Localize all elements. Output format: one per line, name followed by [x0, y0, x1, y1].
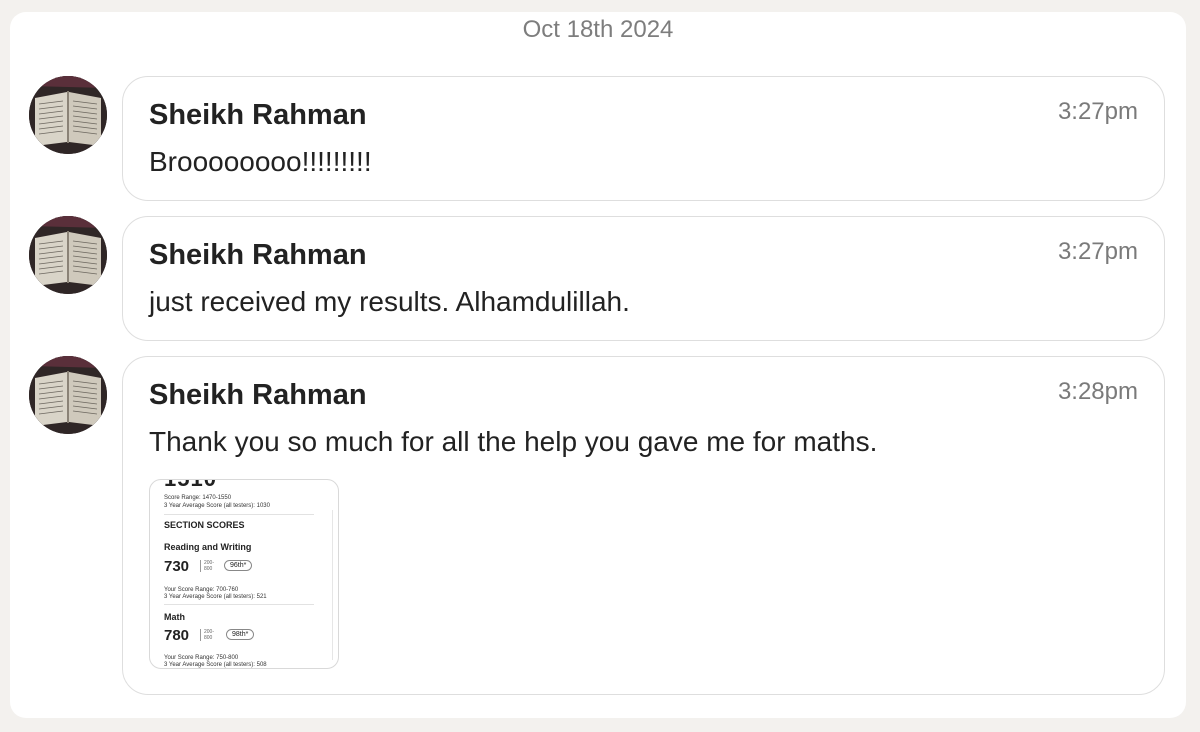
image-attachment[interactable]: 1510 Score Range: 1470-1550 3 Year Avera…: [149, 479, 339, 669]
average-score-line: 3 Year Average Score (all testers): 1030: [164, 503, 270, 509]
avatar[interactable]: [29, 356, 107, 434]
book-photo-icon: [29, 76, 107, 154]
math-title: Math: [164, 612, 185, 622]
reading-writing-title: Reading and Writing: [164, 542, 252, 552]
page-edge: [332, 510, 338, 660]
message-text: Broooooooo!!!!!!!!!: [149, 146, 372, 177]
message-time: 3:28pm: [1057, 378, 1138, 405]
score-report-thumbnail: 1510 Score Range: 1470-1550 3 Year Avera…: [164, 480, 330, 668]
score-range-line: Score Range: 1470-1550: [164, 495, 232, 501]
reading-writing-score: 730: [164, 558, 190, 575]
sender-name[interactable]: Sheikh Rahman: [149, 99, 367, 132]
sender-name[interactable]: Sheikh Rahman: [149, 379, 367, 412]
total-score-partial: 1510: [164, 480, 217, 492]
message-bubble[interactable]: Sheikh Rahman 3:27pm Broooooooo!!!!!!!!!: [122, 76, 1165, 201]
sender-name[interactable]: Sheikh Rahman: [149, 239, 367, 272]
math-percentile-badge: 98th*: [226, 629, 255, 640]
message-text: Thank you so much for all the help you g…: [149, 426, 878, 457]
message-bubble[interactable]: Sheikh Rahman 3:28pm Thank you so much f…: [122, 356, 1165, 695]
avatar[interactable]: [29, 216, 107, 294]
reading-average-line: 3 Year Average Score (all testers): 521: [164, 594, 267, 600]
message-text: just received my results. Alhamdulillah.: [149, 286, 630, 317]
book-photo-icon: [29, 216, 107, 294]
message-time: 3:27pm: [1057, 238, 1138, 265]
math-scale: 200-800: [200, 629, 220, 641]
divider: [164, 514, 314, 515]
date-separator: Oct 18th 2024: [522, 16, 674, 43]
avatar[interactable]: [29, 76, 107, 154]
book-photo-icon: [29, 356, 107, 434]
math-score: 780: [164, 627, 190, 644]
reading-percentile-badge: 96th*: [224, 560, 253, 571]
reading-scale: 200-800: [200, 560, 220, 572]
message-bubble[interactable]: Sheikh Rahman 3:27pm just received my re…: [122, 216, 1165, 341]
section-scores-title: SECTION SCORES: [164, 520, 245, 530]
message-time: 3:27pm: [1057, 98, 1138, 125]
divider: [164, 604, 314, 605]
math-average-line: 3 Year Average Score (all testers): 508: [164, 662, 267, 668]
